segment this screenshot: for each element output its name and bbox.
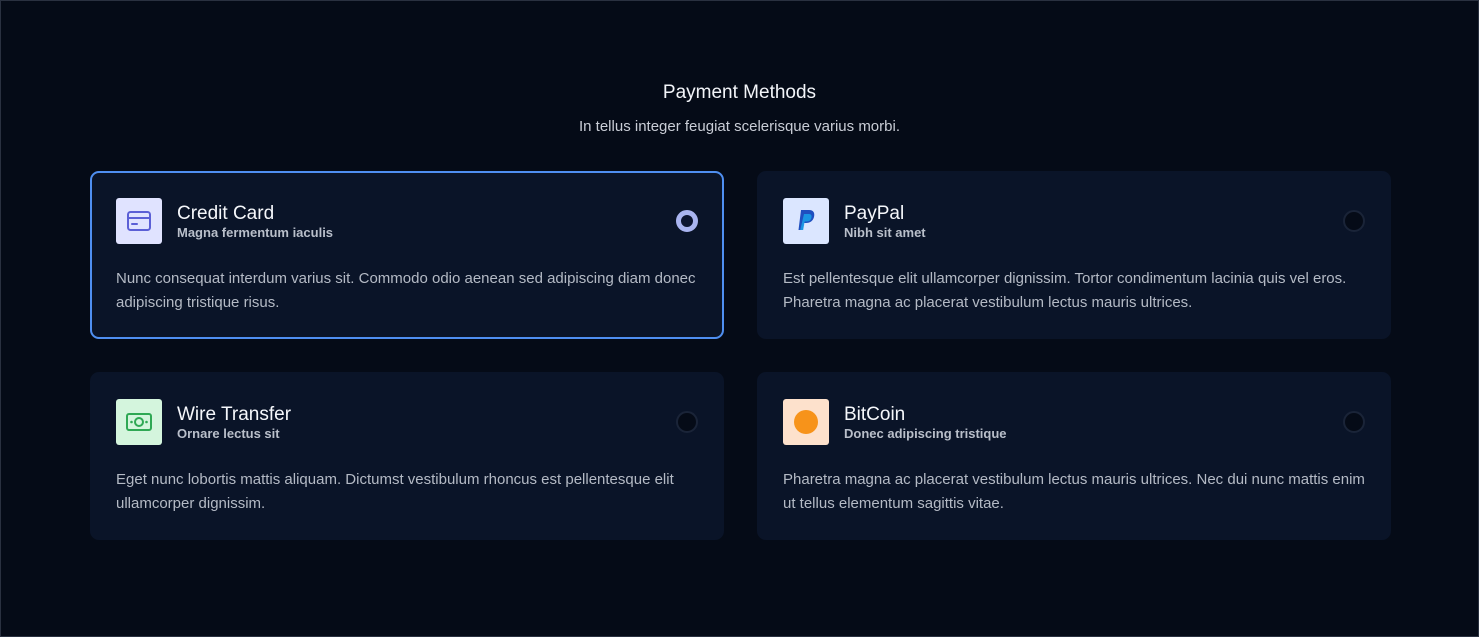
card-subtitle: Magna fermentum iaculis [177, 225, 334, 240]
payment-option-paypal[interactable]: PayPal Nibh sit amet Est pellentesque el… [757, 171, 1391, 339]
bitcoin-icon [783, 399, 829, 445]
payment-option-bitcoin[interactable]: BitCoin Donec adipiscing tristique Phare… [757, 372, 1391, 540]
credit-card-icon [116, 198, 162, 244]
card-description: Pharetra magna ac placerat vestibulum le… [783, 471, 1365, 512]
banknote-icon [116, 399, 162, 445]
card-subtitle: Nibh sit amet [844, 225, 926, 240]
paypal-icon [783, 198, 829, 244]
card-subtitle: Ornare lectus sit [177, 426, 280, 441]
radio-button[interactable] [676, 210, 698, 232]
payment-option-wire-transfer[interactable]: Wire Transfer Ornare lectus sit Eget nun… [90, 372, 724, 540]
radio-button[interactable] [676, 411, 698, 433]
card-title: Wire Transfer [177, 404, 292, 425]
card-title: BitCoin [844, 404, 906, 425]
card-description: Eget nunc lobortis mattis aliquam. Dictu… [116, 471, 674, 512]
card-description: Est pellentesque elit ullamcorper dignis… [783, 270, 1347, 311]
section-header: Payment Methods In tellus integer feugia… [1, 81, 1478, 137]
page-title: Payment Methods [662, 82, 817, 103]
radio-button[interactable] [1343, 210, 1365, 232]
card-subtitle: Donec adipiscing tristique [844, 426, 1007, 441]
card-description: Nunc consequat interdum varius sit. Comm… [116, 270, 696, 311]
payment-option-credit-card[interactable]: Credit Card Magna fermentum iaculis Nunc… [90, 171, 724, 339]
page-subtitle: In tellus integer feugiat scelerisque va… [579, 118, 900, 135]
card-title: Credit Card [177, 203, 275, 224]
payment-methods-grid: Credit Card Magna fermentum iaculis Nunc… [90, 171, 1391, 540]
card-title: PayPal [844, 203, 905, 224]
radio-button[interactable] [1343, 411, 1365, 433]
